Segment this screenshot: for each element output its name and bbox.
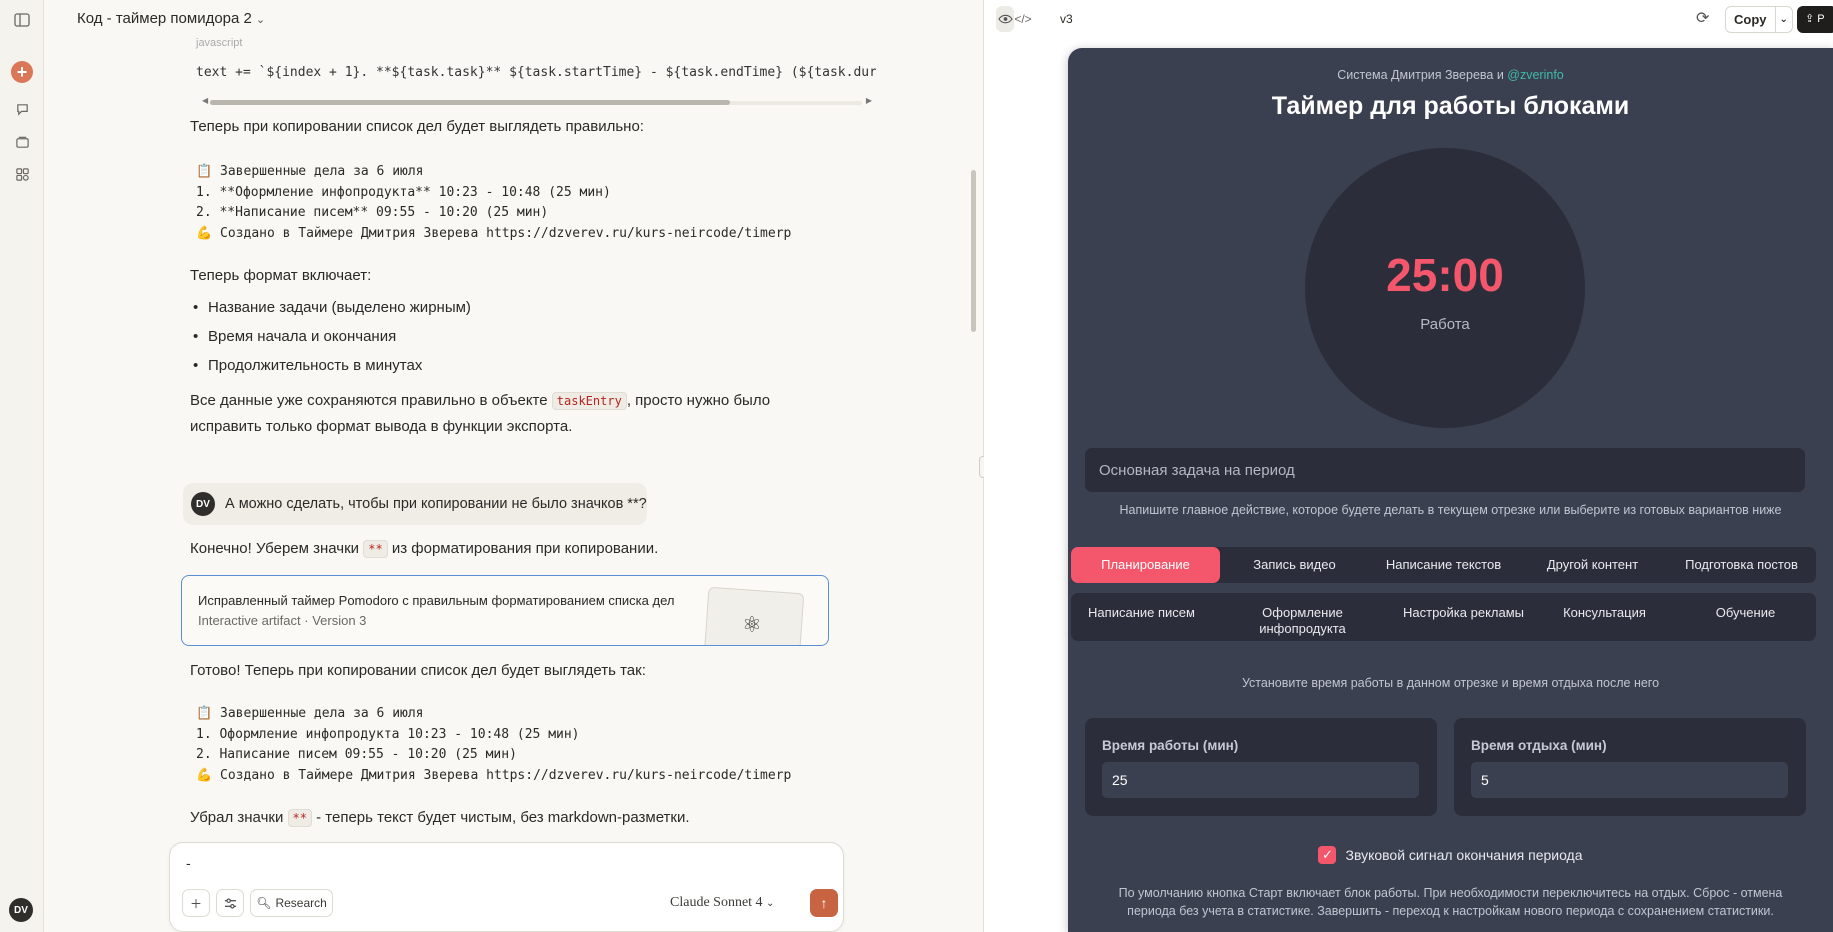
search-icon: 🔍︎ xyxy=(256,896,272,910)
chevron-down-icon[interactable]: ⌄ xyxy=(1776,14,1793,25)
app-title: Таймер для работы блоками xyxy=(1271,92,1630,120)
send-button[interactable]: ↑ xyxy=(810,889,838,917)
preset-planning[interactable]: Планирование xyxy=(1071,547,1220,583)
sidebar-toggle-icon[interactable] xyxy=(11,9,33,31)
refresh-icon[interactable]: ⟳ xyxy=(1696,8,1709,28)
chevron-down-icon: ⌄ xyxy=(255,14,266,26)
work-time-card: Время работы (мин) xyxy=(1085,718,1437,816)
artifacts-icon[interactable] xyxy=(11,163,33,185)
tools-button[interactable] xyxy=(216,889,244,917)
projects-icon[interactable] xyxy=(11,131,33,153)
rest-time-card: Время отдыха (мин) xyxy=(1454,718,1806,816)
view-toggle[interactable]: </> xyxy=(996,6,1032,32)
code-horizontal-scrollbar[interactable]: ◀ ▶ xyxy=(202,96,872,106)
user-message: DV А можно сделать, чтобы при копировани… xyxy=(183,483,647,525)
research-button[interactable]: 🔍︎ Research xyxy=(250,889,333,917)
chats-icon[interactable] xyxy=(11,98,33,120)
arrow-up-icon: ↑ xyxy=(820,895,828,911)
response-paragraph: Теперь при копировании список дел будет … xyxy=(190,118,644,135)
message-composer[interactable]: - ＋ 🔍︎ Research Claude Sonnet 4 ⌄ ↑ xyxy=(169,842,844,932)
timer-display: 25:00 xyxy=(1386,249,1504,301)
list-item: Название задачи (выделено жирным) xyxy=(190,296,471,325)
time-hint: Установите время работы в данном отрезке… xyxy=(1241,676,1660,690)
rest-time-label: Время отдыха (мин) xyxy=(1471,738,1607,753)
copy-button[interactable]: Copy ⌄ xyxy=(1725,6,1793,33)
task-presets-row1: Планирование Запись видео Написание текс… xyxy=(1071,547,1816,583)
inline-code: ** xyxy=(363,540,388,558)
chat-title[interactable]: Код - таймер помидора 2 ⌄ xyxy=(77,10,265,27)
task-input[interactable] xyxy=(1085,448,1805,492)
work-time-input[interactable] xyxy=(1102,762,1419,798)
preset-posts[interactable]: Подготовка постов xyxy=(1667,547,1816,583)
artifact-panel: </> v3 ⟳ Copy ⌄ ⇪ P Система Дмитрия Звере… xyxy=(984,0,1833,932)
react-atom-icon: ⚛ xyxy=(742,612,762,637)
preset-letters[interactable]: Написание писем xyxy=(1071,593,1212,621)
rest-time-input[interactable] xyxy=(1471,762,1788,798)
timer-app: Система Дмитрия Зверева и @zverinfo Тайм… xyxy=(1068,48,1833,932)
response-paragraph: Готово! Теперь при копировании список де… xyxy=(190,662,646,679)
chat-panel: Код - таймер помидора 2 ⌄ javascript text… xyxy=(44,0,984,932)
preset-video[interactable]: Запись видео xyxy=(1220,547,1369,583)
output-example: 📋 Завершенные дела за 6 июля 1. **Оформл… xyxy=(196,164,792,241)
new-chat-button[interactable]: + xyxy=(11,61,33,83)
preset-consulting[interactable]: Консультация xyxy=(1534,593,1675,621)
artifact-card[interactable]: Исправленный таймер Pomodoro с правильны… xyxy=(181,575,829,646)
user-avatar: DV xyxy=(191,492,215,516)
format-list: Название задачи (выделено жирным) Время … xyxy=(190,296,471,383)
chevron-down-icon: ⌄ xyxy=(766,898,775,909)
response-paragraph: Теперь формат включает: xyxy=(190,267,372,284)
inline-code: taskEntry xyxy=(551,392,627,410)
credit-line: Система Дмитрия Зверева и @zverinfo xyxy=(1337,68,1564,82)
share-icon: ⇪ xyxy=(1805,13,1815,25)
response-paragraph: Все данные уже сохраняются правильно в о… xyxy=(190,392,771,435)
composer-input[interactable]: - xyxy=(186,855,191,871)
task-hint: Напишите главное действие, которое будет… xyxy=(1119,503,1782,517)
preset-infoproduct[interactable]: Оформление инфопродукта xyxy=(1212,593,1393,637)
preset-texts[interactable]: Написание текстов xyxy=(1369,547,1518,583)
preset-other-content[interactable]: Другой контент xyxy=(1518,547,1667,583)
sound-toggle[interactable]: ✓ Звуковой сигнал окончания периода xyxy=(1068,846,1833,864)
version-label[interactable]: v3 xyxy=(1060,12,1073,26)
scroll-left-icon[interactable]: ◀ xyxy=(202,96,208,105)
sound-label: Звуковой сигнал окончания периода xyxy=(1345,847,1583,863)
checkbox-checked-icon[interactable]: ✓ xyxy=(1318,846,1337,864)
artifact-meta: Interactive artifact · Version 3 xyxy=(198,613,367,628)
code-icon[interactable]: </> xyxy=(1014,6,1032,32)
response-paragraph: Убрал значки ** - теперь текст будет чис… xyxy=(190,809,690,827)
scroll-right-icon[interactable]: ▶ xyxy=(866,96,872,105)
chat-scrollbar[interactable] xyxy=(971,170,976,332)
code-line: text += `${index + 1}. **${task.task}** … xyxy=(196,65,876,80)
preset-ads[interactable]: Настройка рекламы xyxy=(1393,593,1534,621)
model-selector[interactable]: Claude Sonnet 4 ⌄ xyxy=(670,895,774,911)
code-language-label: javascript xyxy=(196,37,243,49)
work-time-label: Время работы (мин) xyxy=(1102,738,1239,753)
credit-link[interactable]: @zverinfo xyxy=(1507,68,1563,82)
publish-button[interactable]: ⇪ P xyxy=(1797,6,1833,33)
preview-eye-icon[interactable] xyxy=(996,6,1014,32)
output-example: 📋 Завершенные дела за 6 июля 1. Оформлен… xyxy=(196,706,792,783)
inline-code: ** xyxy=(287,809,312,827)
timer-circle: 25:00 Работа xyxy=(1305,148,1585,428)
left-rail: + DV xyxy=(0,0,44,932)
preset-learning[interactable]: Обучение xyxy=(1675,593,1816,621)
timer-mode: Работа xyxy=(1420,316,1470,333)
list-item: Время начала и окончания xyxy=(190,325,471,354)
artifact-title: Исправленный таймер Pomodoro с правильны… xyxy=(198,593,675,608)
user-avatar[interactable]: DV xyxy=(9,898,33,922)
response-paragraph: Конечно! Уберем значки ** из форматирова… xyxy=(190,540,659,558)
footnote: По умолчанию кнопка Старт включает блок … xyxy=(1118,886,1783,918)
task-presets-row2: Написание писем Оформление инфопродукта … xyxy=(1071,593,1816,641)
add-attachment-button[interactable]: ＋ xyxy=(182,889,210,917)
list-item: Продолжительность в минутах xyxy=(190,354,471,383)
